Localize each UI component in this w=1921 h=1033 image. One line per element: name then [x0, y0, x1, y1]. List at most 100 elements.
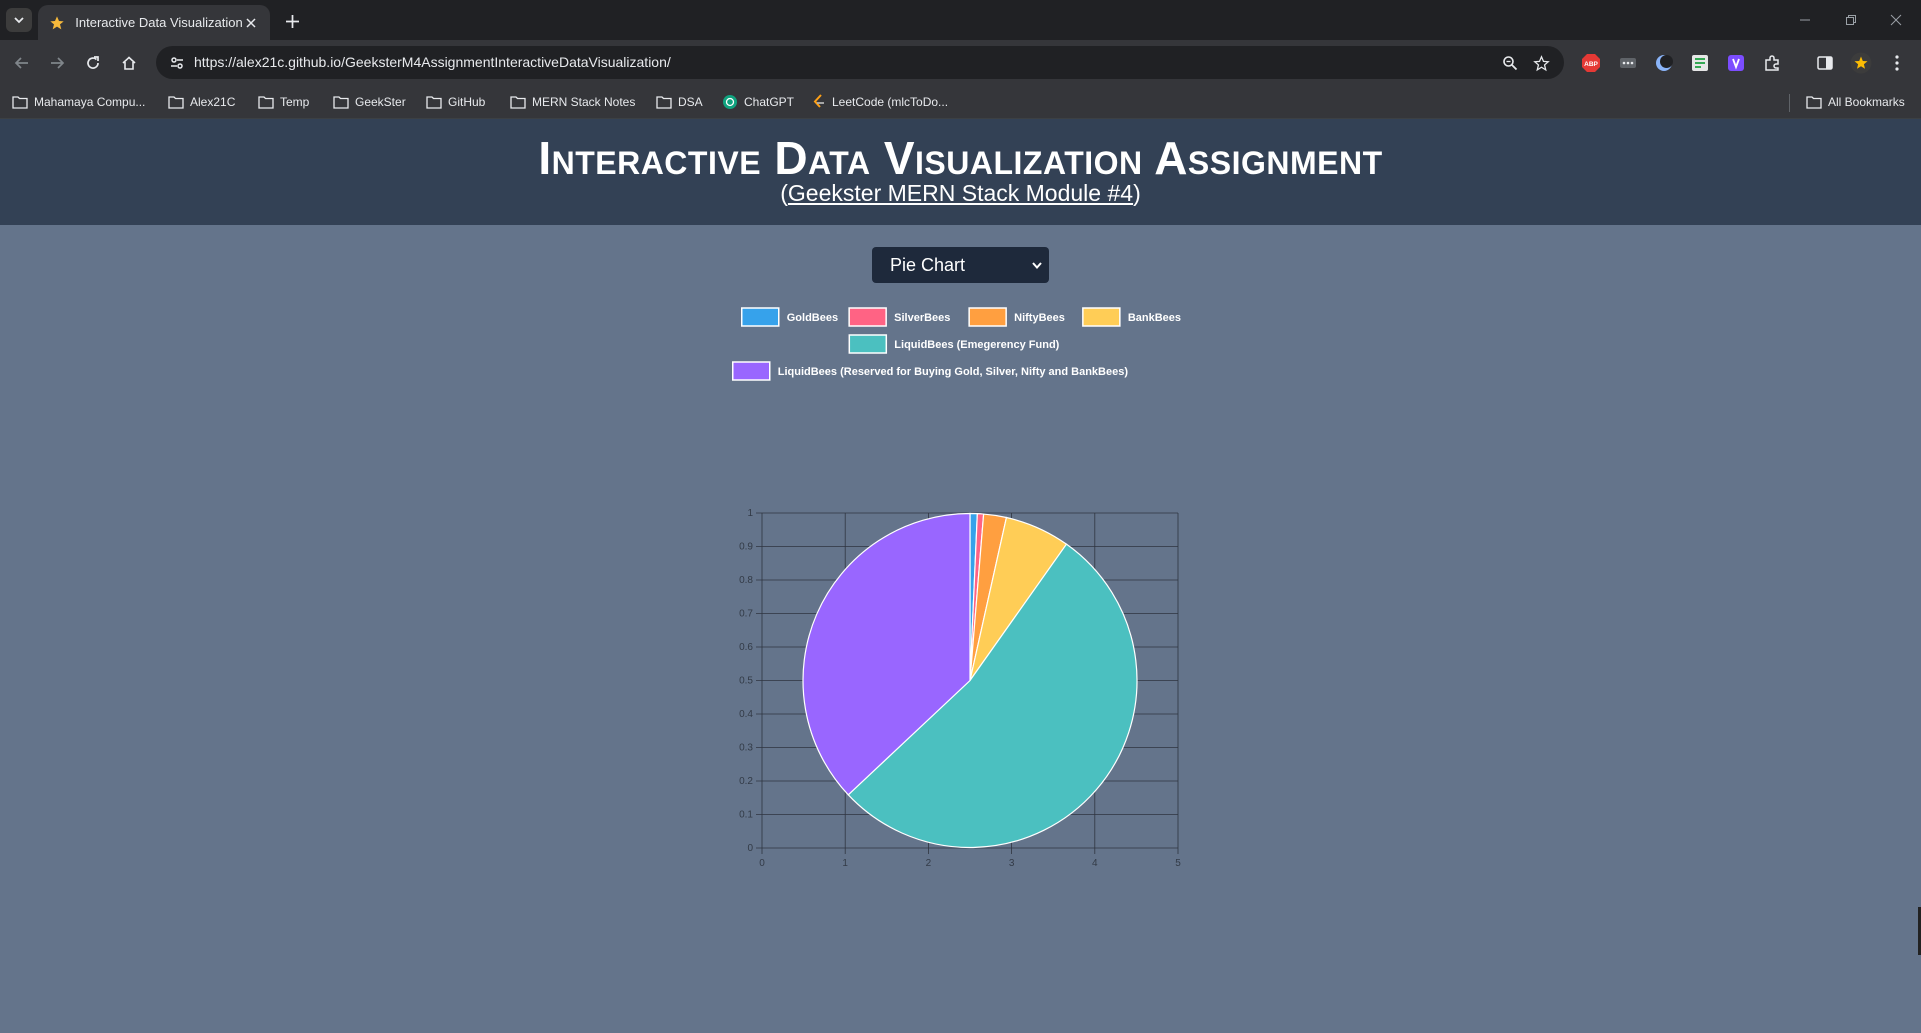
url-text[interactable]: https://alex21c.github.io/GeeksterM4Assi… — [194, 54, 671, 70]
back-button[interactable] — [9, 50, 35, 76]
chart-type-select[interactable]: Pie Chart — [872, 247, 1049, 283]
bookmark-label: Alex21C — [190, 95, 236, 109]
bookmark-star-icon[interactable] — [1529, 51, 1553, 75]
legend-label: LiquidBees (Emegerency Fund) — [894, 339, 1059, 351]
browser-tab-active[interactable]: Interactive Data Visualization — [38, 5, 270, 40]
bookmark-link[interactable]: ChatGPT — [722, 92, 794, 112]
tab-title: Interactive Data Visualization — [75, 15, 243, 30]
legend-label: SilverBees — [894, 312, 950, 324]
bookmark-label: MERN Stack Notes — [532, 95, 636, 109]
tab-search-button[interactable] — [6, 8, 32, 32]
chart-type-selected: Pie Chart — [890, 254, 966, 275]
chatgpt-icon — [723, 95, 737, 109]
folder-icon — [12, 96, 28, 109]
legend-label: BankBees — [1128, 312, 1181, 324]
sheet-extension-icon[interactable] — [1689, 52, 1711, 74]
bookmark-label: Mahamaya Compu... — [34, 95, 146, 109]
adblock-extension-icon[interactable]: ABP — [1580, 52, 1602, 74]
browser-menu-icon[interactable] — [1886, 52, 1908, 74]
all-bookmarks-button[interactable]: All Bookmarks — [1806, 92, 1905, 112]
more-extension-icon[interactable] — [1617, 52, 1639, 74]
bookmark-label: Temp — [280, 95, 310, 109]
folder-icon — [656, 96, 672, 109]
bookmark-label: DSA — [678, 95, 703, 109]
module-link[interactable]: Geekster MERN Stack Module #4 — [788, 180, 1133, 206]
address-bar[interactable]: https://alex21c.github.io/GeeksterM4Assi… — [156, 46, 1564, 79]
legend-swatch — [968, 307, 1007, 327]
y-tick-label: 0.5 — [739, 676, 753, 687]
minimize-icon — [1800, 19, 1810, 21]
profile-avatar-icon[interactable] — [1850, 52, 1872, 74]
bookmark-folder[interactable]: Mahamaya Compu... — [12, 92, 145, 112]
legend-swatch — [732, 361, 771, 381]
tune-icon — [171, 57, 183, 69]
browser-toolbar: https://alex21c.github.io/GeeksterM4Assi… — [0, 40, 1921, 85]
bookmark-label: ChatGPT — [744, 95, 795, 109]
close-icon — [1890, 14, 1902, 26]
legend-swatch — [848, 307, 887, 327]
side-panel-icon[interactable] — [1814, 52, 1836, 74]
x-tick-label: 4 — [1092, 858, 1098, 869]
bookmark-label: GitHub — [448, 95, 486, 109]
plus-icon — [285, 14, 299, 28]
chevron-down-icon — [1025, 253, 1049, 277]
y-tick-label: 0.7 — [739, 609, 753, 620]
page-subtitle: (Geekster MERN Stack Module #4) — [0, 180, 1921, 207]
bookmark-label: All Bookmarks — [1828, 95, 1905, 109]
folder-icon — [510, 96, 526, 109]
extensions-puzzle-icon[interactable] — [1761, 52, 1783, 74]
close-tab-icon[interactable] — [243, 14, 260, 32]
purple-extension-icon[interactable] — [1725, 52, 1747, 74]
legend-swatch — [848, 334, 888, 354]
legend-label: LiquidBees (Reserved for Buying Gold, Si… — [778, 366, 1129, 378]
arrow-right-icon — [51, 57, 65, 69]
reload-icon — [87, 56, 99, 69]
y-tick-label: 0.9 — [739, 542, 753, 553]
home-button[interactable] — [116, 50, 142, 76]
x-tick-label: 3 — [1009, 858, 1015, 869]
folder-icon — [426, 96, 442, 109]
site-info-button[interactable] — [164, 50, 190, 76]
bookmark-folder[interactable]: MERN Stack Notes — [510, 92, 635, 112]
legend-label: NiftyBees — [1014, 312, 1065, 324]
arrow-left-icon — [14, 57, 28, 69]
bookmark-folder[interactable]: Alex21C — [168, 92, 235, 112]
reload-button[interactable] — [80, 50, 106, 76]
svg-text:ABP: ABP — [1584, 61, 1598, 68]
x-tick-label: 2 — [926, 858, 932, 869]
folder-icon — [333, 96, 349, 109]
bookmark-link[interactable]: LeetCode (mlcToDo... — [812, 92, 948, 112]
bookmark-folder[interactable]: GitHub — [426, 92, 485, 112]
leetcode-icon — [813, 94, 824, 108]
y-tick-label: 1 — [747, 508, 753, 519]
zoom-icon[interactable] — [1498, 51, 1522, 75]
bookmarks-bar: Mahamaya Compu... Alex21C Temp GeekSter … — [0, 85, 1921, 119]
page-body: Interactive Data Visualization Assignmen… — [0, 119, 1921, 1033]
close-window-button[interactable] — [1883, 8, 1909, 32]
y-tick-label: 0.6 — [739, 642, 753, 653]
y-tick-label: 0.1 — [739, 810, 753, 821]
y-tick-label: 0.4 — [739, 709, 753, 720]
x-tick-label: 1 — [842, 858, 848, 869]
legend-label: GoldBees — [787, 312, 838, 324]
new-tab-button[interactable] — [281, 10, 303, 32]
legend-swatch — [1082, 307, 1121, 327]
bookmark-folder[interactable]: Temp — [258, 92, 309, 112]
subtitle-paren-close: ) — [1133, 180, 1141, 206]
restore-button[interactable] — [1838, 8, 1864, 32]
y-tick-label: 0 — [747, 843, 753, 854]
chevron-down-icon — [14, 17, 24, 24]
bookmark-folder[interactable]: DSA — [656, 92, 703, 112]
bookmark-folder[interactable]: GeekSter — [333, 92, 406, 112]
x-tick-label: 5 — [1175, 858, 1181, 869]
dark-mode-extension-icon[interactable] — [1653, 52, 1675, 74]
star-favicon-icon — [48, 14, 65, 32]
forward-button[interactable] — [44, 50, 70, 76]
y-tick-label: 0.3 — [739, 743, 753, 754]
y-tick-label: 0.8 — [739, 575, 753, 586]
folder-icon — [258, 96, 274, 109]
bookmarks-divider — [1789, 94, 1790, 112]
minimize-button[interactable] — [1792, 8, 1818, 32]
y-tick-label: 0.2 — [739, 776, 753, 787]
bookmark-label: GeekSter — [355, 95, 406, 109]
